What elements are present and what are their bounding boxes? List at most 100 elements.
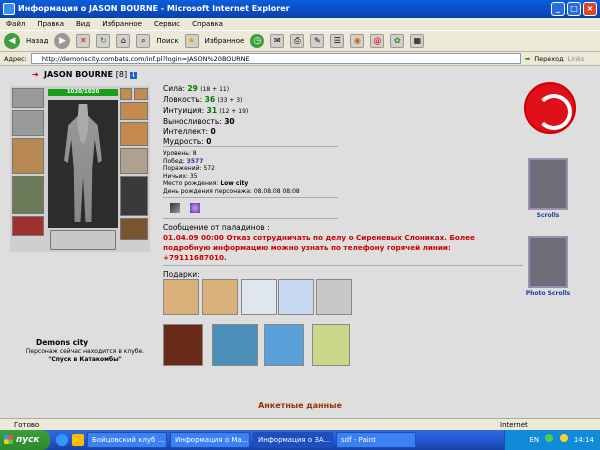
scrolls-banner-icon[interactable] — [528, 158, 568, 210]
gift-rocking-horse[interactable] — [316, 279, 352, 315]
menu-edit[interactable]: Правка — [37, 18, 64, 30]
task-item[interactable]: Информация о ЗА... — [253, 432, 333, 448]
window-titlebar[interactable]: Информация о JASON BOURNE - Microsoft In… — [0, 0, 600, 18]
badges — [170, 203, 200, 213]
at-icon[interactable]: @ — [370, 34, 385, 48]
taskbar: пуск Бойцовский клуб ... Информация о Ма… — [0, 430, 600, 450]
status-bar: Готово Internet — [0, 418, 600, 430]
pointer-arrow-icon: ➔ — [32, 70, 39, 79]
stat-row: Сила: 29 (18 + 11) — [163, 84, 230, 93]
language-indicator[interactable]: EN — [529, 436, 539, 444]
scrolls-label[interactable]: Scrolls — [518, 212, 578, 219]
gift-card[interactable] — [264, 324, 304, 366]
character-name: JASON BOURNE — [44, 70, 113, 79]
folder-quicklaunch-icon[interactable] — [72, 434, 84, 446]
divider — [163, 265, 523, 266]
gift-card[interactable] — [312, 324, 350, 366]
favorites-star-icon[interactable]: ★ — [184, 34, 199, 48]
divider — [163, 218, 338, 219]
favorites-button[interactable]: Избранное — [205, 37, 245, 45]
info-icon[interactable]: i — [129, 72, 137, 79]
belt-slot[interactable] — [12, 216, 44, 236]
start-button[interactable]: пуск — [0, 430, 50, 450]
menu-tools[interactable]: Сервис — [154, 18, 180, 30]
history-icon[interactable]: ◷ — [250, 34, 265, 48]
minimize-button[interactable]: _ — [551, 2, 565, 16]
ie-icon — [3, 3, 15, 15]
window-title: Информация о JASON BOURNE - Microsoft In… — [18, 4, 290, 13]
menu-view[interactable]: Вид — [76, 18, 90, 30]
order-badge-icon[interactable] — [170, 203, 180, 213]
weapon-slot[interactable] — [12, 138, 44, 174]
close-button[interactable]: × — [583, 2, 597, 16]
earring-slot[interactable] — [120, 88, 132, 100]
info-list: Уровень: 8 Побед: 3577 Поражений: 572 Ни… — [163, 150, 300, 195]
icq-flower-icon[interactable]: ✿ — [390, 34, 405, 48]
gift-card[interactable] — [163, 324, 203, 366]
back-button[interactable]: Назад — [26, 37, 48, 45]
rings-slot[interactable] — [120, 102, 148, 120]
refresh-icon[interactable]: ↻ — [96, 34, 111, 48]
status-text: Готово — [14, 421, 40, 429]
info-row: День рождения персонажа: 08.08.08 08:08 — [163, 187, 300, 195]
task-item[interactable]: Бойцовский клуб ... — [87, 432, 167, 448]
boots-slot[interactable] — [120, 218, 148, 240]
character-level: [8] — [115, 70, 128, 79]
gift-snowflake[interactable] — [241, 279, 277, 315]
print-icon[interactable]: ⎙ — [290, 34, 305, 48]
tray-icon[interactable] — [559, 434, 568, 442]
page-content: ➔ JASON BOURNE [8] i 1020/1020 Demons ci… — [0, 66, 600, 418]
gift-scroll[interactable] — [163, 279, 199, 315]
gift-scroll[interactable] — [202, 279, 238, 315]
info-row: Поражений: 572 — [163, 165, 215, 172]
paladin-message-text: 01.04.09 00:00 Отказ сотрудничать по дел… — [163, 233, 475, 262]
gifts-label: Подарки: — [163, 270, 200, 279]
forward-arrow-icon[interactable]: ▶ — [54, 33, 71, 49]
stop-icon[interactable]: ✕ — [76, 34, 91, 48]
address-input[interactable] — [30, 53, 521, 64]
links-button[interactable]: Links — [568, 55, 585, 63]
info-row: Место рождения: Low city — [163, 180, 249, 187]
rune-slot[interactable] — [50, 230, 116, 250]
menu-bar: Файл Правка Вид Избранное Сервис Справка — [0, 18, 600, 30]
info-row: Побед: 3577 — [163, 157, 204, 165]
clan-badge-icon[interactable] — [190, 203, 200, 213]
go-arrow-icon[interactable]: ➡ — [525, 55, 530, 63]
grid-icon[interactable]: ▦ — [410, 34, 425, 48]
amulet-slot[interactable] — [134, 88, 148, 100]
photo-scrolls-banner-icon[interactable] — [528, 236, 568, 288]
gift-snow-maiden[interactable] — [278, 279, 314, 315]
armor-slot[interactable] — [12, 176, 44, 214]
home-icon[interactable]: ⌂ — [116, 34, 131, 48]
search-button[interactable]: Поиск — [156, 37, 178, 45]
legs-slot[interactable] — [120, 176, 148, 216]
stats-list: Сила: 29 (18 + 11) Ловкость: 36 (33 + 3)… — [163, 84, 248, 147]
messenger-icon[interactable]: ◉ — [350, 34, 365, 48]
profile-section-title: Анкетные данные — [258, 401, 342, 410]
task-item[interactable]: Информация о Ма... — [170, 432, 250, 448]
gloves-slot[interactable] — [120, 122, 148, 146]
photo-scrolls-label[interactable]: Photo Scrolls — [518, 290, 578, 297]
stat-row: Ловкость: 36 (33 + 3) — [163, 95, 243, 104]
discuss-icon[interactable]: ☰ — [330, 34, 345, 48]
toolbar: ◀ Назад ▶ ✕ ↻ ⌂ ⌕ Поиск ★ Избранное ◷ ✉ … — [0, 30, 600, 52]
back-arrow-icon[interactable]: ◀ — [4, 33, 20, 49]
menu-help[interactable]: Справка — [192, 18, 223, 30]
edit-icon[interactable]: ✎ — [310, 34, 325, 48]
menu-favorites[interactable]: Избранное — [102, 18, 142, 30]
gift-card[interactable] — [212, 324, 258, 366]
shield-slot[interactable] — [120, 148, 148, 174]
hp-bar: 1020/1020 — [48, 89, 118, 96]
mail-icon[interactable]: ✉ — [270, 34, 285, 48]
ie-quicklaunch-icon[interactable] — [56, 434, 68, 446]
go-button[interactable]: Переход — [534, 55, 563, 63]
search-icon[interactable]: ⌕ — [136, 34, 151, 48]
tray-icon[interactable] — [545, 434, 554, 442]
task-item[interactable]: sdf - Paint — [336, 432, 416, 448]
club-logo[interactable] — [524, 82, 576, 134]
menu-file[interactable]: Файл — [6, 18, 25, 30]
location-text: Персонаж сейчас находится в клубе. — [25, 348, 145, 355]
bracers-slot[interactable] — [12, 110, 44, 136]
helmet-slot[interactable] — [12, 88, 44, 108]
maximize-button[interactable]: □ — [567, 2, 581, 16]
